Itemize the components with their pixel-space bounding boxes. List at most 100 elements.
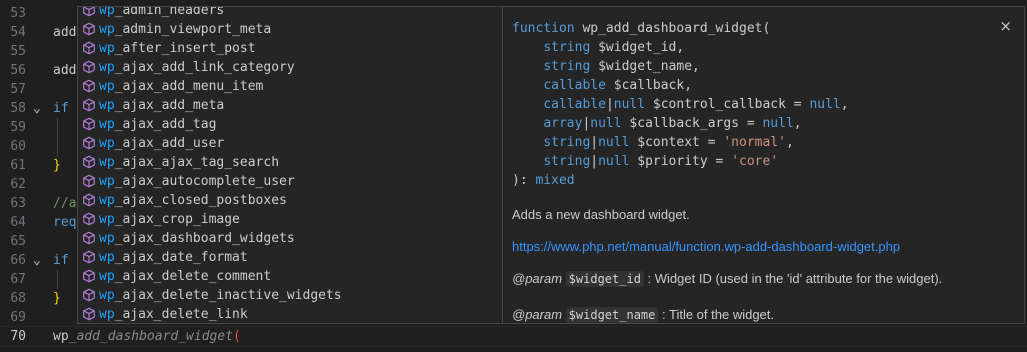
documentation-link[interactable]: https://www.php.net/manual/function.wp-a… bbox=[512, 239, 900, 254]
suggest-item[interactable]: wp_ajax_dashboard_widgets bbox=[78, 229, 502, 248]
suggest-item-label: wp_ajax_crop_image bbox=[99, 212, 240, 227]
suggest-item-label: wp_ajax_add_meta bbox=[99, 98, 225, 113]
param-type: callable bbox=[543, 78, 606, 93]
match-highlight: wp bbox=[99, 193, 115, 208]
code-line: add bbox=[53, 61, 76, 80]
line-number: 70 bbox=[10, 329, 26, 344]
symbol-function-cube-icon bbox=[83, 136, 95, 150]
symbol-function-cube-icon bbox=[83, 7, 95, 17]
param-text: : Title of the widget. bbox=[662, 307, 775, 322]
signature-param: array|null $callback_args = null, bbox=[543, 116, 802, 131]
symbol-function-cube-icon bbox=[83, 288, 95, 302]
suggest-item[interactable]: wp_ajax_autocomplete_user bbox=[78, 172, 502, 191]
line-number: 63 bbox=[10, 196, 26, 211]
suggest-item-label: wp_admin_headers bbox=[99, 7, 224, 20]
suggest-item-label: wp_ajax_date_format bbox=[99, 250, 248, 265]
suggest-item-label: wp_ajax_ajax_tag_search bbox=[99, 155, 280, 170]
chevron-down-icon[interactable]: ⌄ bbox=[33, 99, 47, 118]
signature-param: string $widget_id, bbox=[543, 40, 685, 55]
signature-param: string|null $priority = 'core' bbox=[543, 154, 779, 169]
suggest-item[interactable]: wp_ajax_ajax_tag_search bbox=[78, 153, 502, 172]
match-highlight: wp bbox=[99, 250, 115, 265]
param-text: : Widget ID (used in the 'id' attribute … bbox=[647, 271, 943, 286]
param-name: $widget_name bbox=[565, 307, 659, 323]
suggest-item[interactable]: wp_admin_viewport_meta bbox=[78, 20, 502, 39]
suggest-item[interactable]: wp_ajax_add_link_category bbox=[78, 58, 502, 77]
indent-guide bbox=[57, 270, 58, 289]
suggest-item[interactable]: wp_ajax_add_meta bbox=[78, 96, 502, 115]
line-number: 61 bbox=[10, 158, 26, 173]
symbol-function-cube-icon bbox=[83, 79, 95, 93]
suggest-item[interactable]: wp_ajax_add_user bbox=[78, 134, 502, 153]
symbol-function-cube-icon bbox=[83, 155, 95, 169]
match-highlight: wp bbox=[99, 79, 115, 94]
line-number: 56 bbox=[10, 63, 26, 78]
suggest-item[interactable]: wp_ajax_add_menu_item bbox=[78, 77, 502, 96]
suggest-item-label: wp_admin_viewport_meta bbox=[99, 22, 272, 37]
param-name: $widget_id bbox=[565, 271, 644, 287]
close-icon[interactable]: × bbox=[999, 17, 1012, 35]
signature-function-name: wp_add_dashboard_widget( bbox=[582, 21, 771, 36]
line-number: 69 bbox=[10, 310, 26, 325]
suggest-item[interactable]: wp_ajax_add_tag bbox=[78, 115, 502, 134]
symbol-function-cube-icon bbox=[83, 307, 95, 321]
match-highlight: wp bbox=[99, 231, 115, 246]
suggest-item-label: wp_ajax_add_link_category bbox=[99, 60, 295, 75]
param-variable: $context bbox=[637, 135, 700, 150]
match-highlight: wp bbox=[99, 212, 115, 227]
param-tag: @param bbox=[512, 271, 563, 286]
param-nullable: null bbox=[613, 97, 646, 112]
signature-keyword: function bbox=[512, 21, 575, 36]
symbol-function-cube-icon bbox=[83, 117, 95, 131]
symbol-function-cube-icon bbox=[83, 269, 95, 283]
param-nullable: null bbox=[598, 154, 630, 169]
signature-param: callable $callback, bbox=[543, 78, 693, 93]
signature-return-type: mixed bbox=[535, 173, 575, 188]
chevron-down-icon[interactable]: ⌄ bbox=[33, 251, 47, 270]
param-type: array bbox=[543, 116, 583, 131]
indent-guide bbox=[57, 118, 58, 156]
param-type: string bbox=[543, 40, 591, 55]
param-variable: $callback_args bbox=[629, 116, 739, 131]
suggest-item[interactable]: wp_ajax_date_format bbox=[78, 248, 502, 267]
param-variable: $widget_name bbox=[598, 59, 693, 74]
suggest-details-panel: × function wp_add_dashboard_widget( stri… bbox=[503, 6, 1025, 324]
code-text: if bbox=[53, 101, 69, 116]
param-tag: @param bbox=[512, 307, 563, 322]
line-number: 55 bbox=[10, 44, 26, 59]
suggest-item[interactable]: wp_ajax_delete_comment bbox=[78, 267, 502, 286]
code-text: wp bbox=[53, 329, 69, 344]
symbol-function-cube-icon bbox=[83, 231, 95, 245]
suggest-item[interactable]: wp_ajax_closed_postboxes bbox=[78, 191, 502, 210]
match-highlight: wp bbox=[99, 117, 115, 132]
code-text: add bbox=[53, 63, 77, 78]
param-default: null bbox=[809, 97, 841, 112]
signature-param: string|null $context = 'normal', bbox=[543, 135, 794, 150]
match-highlight: wp bbox=[99, 41, 115, 56]
code-line: add bbox=[53, 23, 76, 42]
suggest-item[interactable]: wp_admin_headers bbox=[78, 7, 502, 20]
suggest-item[interactable]: wp_ajax_delete_link bbox=[78, 305, 502, 323]
code-line: if bbox=[53, 99, 69, 118]
line-number: 54 bbox=[10, 25, 26, 40]
suggest-item[interactable]: wp_ajax_delete_inactive_widgets bbox=[78, 286, 502, 305]
line-number: 53 bbox=[10, 6, 26, 21]
match-highlight: wp bbox=[99, 174, 115, 189]
signature-param: callable|null $control_callback = null, bbox=[543, 97, 849, 112]
line-number: 58 bbox=[10, 101, 26, 116]
symbol-function-cube-icon bbox=[83, 22, 95, 36]
param-variable: $callback bbox=[613, 78, 685, 93]
param-variable: $priority bbox=[637, 154, 708, 169]
suggest-widget[interactable]: wp_admin_headers wp_admin_viewport_metawp… bbox=[77, 6, 503, 324]
code-line: wp_add_dashboard_widget( bbox=[53, 327, 241, 346]
param-type: callable bbox=[543, 97, 606, 112]
signature-param: string $widget_name, bbox=[543, 59, 700, 74]
code-line: req bbox=[53, 213, 76, 232]
suggest-item[interactable]: wp_after_insert_post bbox=[78, 39, 502, 58]
suggest-item-label: wp_ajax_delete_link bbox=[99, 307, 248, 322]
line-number: 68 bbox=[10, 291, 26, 306]
param-default: null bbox=[762, 116, 794, 131]
code-text: if bbox=[53, 253, 69, 268]
line-number: 59 bbox=[10, 120, 26, 135]
suggest-item[interactable]: wp_ajax_crop_image bbox=[78, 210, 502, 229]
